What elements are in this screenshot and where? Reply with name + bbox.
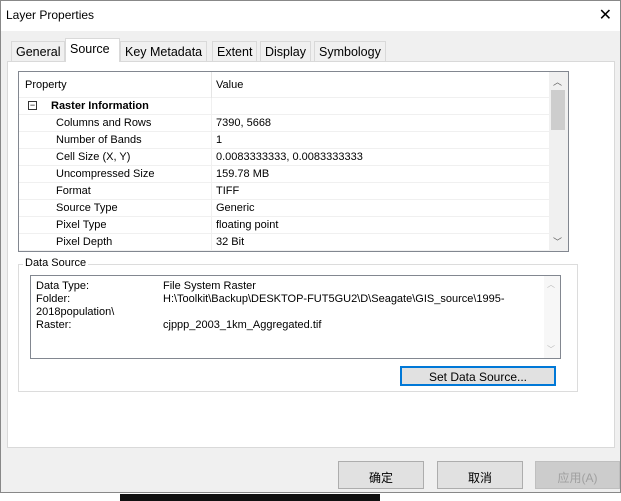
apply-button[interactable]: 应用(A) (535, 461, 620, 489)
dialog-title: Layer Properties (6, 8, 95, 22)
scroll-down-icon[interactable]: ﹀ (553, 235, 562, 248)
property-row[interactable]: Pixel Type floating point (19, 217, 549, 234)
grid-header: Property Value (19, 72, 549, 98)
property-row[interactable]: Pixel Depth 32 Bit (19, 234, 549, 251)
folder-label: Folder: (36, 293, 71, 305)
property-row[interactable]: Number of Bands 1 (19, 132, 549, 149)
grid-scrollbar[interactable]: ︿ ﹀ (549, 72, 568, 251)
property-value: TIFF (216, 185, 240, 197)
set-data-source-button[interactable]: Set Data Source... (400, 366, 556, 386)
property-name: Pixel Type (56, 219, 107, 231)
property-value: 0.0083333333, 0.0083333333 (216, 151, 363, 163)
tab-extent[interactable]: Extent (212, 41, 258, 62)
property-name: Number of Bands (56, 134, 142, 146)
header-property[interactable]: Property (25, 79, 67, 91)
property-name: Pixel Depth (56, 236, 113, 248)
ok-button[interactable]: 确定 (338, 461, 424, 489)
data-type-label: Data Type: (36, 280, 89, 292)
cancel-button[interactable]: 取消 (437, 461, 523, 489)
property-grid[interactable]: Property Value − Raster Information Colu… (18, 71, 569, 252)
property-name: Uncompressed Size (56, 168, 155, 180)
tab-general[interactable]: General (11, 41, 66, 62)
tab-symbology[interactable]: Symbology (314, 41, 386, 62)
background-strip (120, 494, 380, 501)
property-row[interactable]: Columns and Rows 7390, 5668 (19, 115, 549, 132)
property-name: Cell Size (X, Y) (56, 151, 131, 163)
property-value: 1 (216, 134, 223, 146)
header-value[interactable]: Value (216, 79, 243, 91)
data-source-label: Data Source (23, 257, 89, 269)
property-value: Generic (216, 202, 255, 214)
property-row[interactable]: Source Type Generic (19, 200, 549, 217)
raster-label: Raster: (36, 319, 72, 331)
textbox-scrollbar[interactable]: ︿ ﹀ (544, 276, 560, 358)
section-row[interactable]: − Raster Information (19, 98, 549, 115)
property-name: Source Type (56, 202, 118, 214)
section-title: Raster Information (51, 100, 149, 112)
property-row[interactable]: Uncompressed Size 159.78 MB (19, 166, 549, 183)
property-row[interactable]: Cell Size (X, Y) 0.0083333333, 0.00833333… (19, 149, 549, 166)
property-name: Format (56, 185, 91, 197)
scroll-down-icon[interactable]: ﹀ (547, 344, 555, 355)
tab-key-metadata[interactable]: Key Metadata (120, 41, 208, 62)
property-name: Columns and Rows (56, 117, 152, 129)
property-value: 7390, 5668 (216, 117, 272, 129)
folder-value: H:\Toolkit\Backup\DESKTOP-FUT5GU2\D\Seag… (163, 293, 505, 305)
close-icon[interactable]: ✕ (599, 5, 612, 25)
layer-properties-dialog: Layer Properties ✕ General Source Key Me… (0, 0, 621, 493)
scroll-up-icon[interactable]: ︿ (547, 279, 555, 290)
title-bar: Layer Properties ✕ (1, 1, 620, 31)
data-source-textbox[interactable]: Data Type: File System Raster Folder: H:… (30, 275, 561, 359)
property-value: 32 Bit (216, 236, 245, 248)
scroll-up-icon[interactable]: ︿ (553, 75, 562, 88)
folder-value-cont: 2018population\ (36, 306, 115, 318)
collapse-icon[interactable]: − (28, 101, 37, 110)
data-type-value: File System Raster (163, 280, 256, 292)
tab-source[interactable]: Source (65, 38, 120, 62)
property-value: floating point (216, 219, 279, 231)
tab-display[interactable]: Display (260, 41, 311, 62)
property-value: 159.78 MB (216, 168, 270, 180)
property-row[interactable]: Format TIFF (19, 183, 549, 200)
scroll-thumb[interactable] (551, 90, 565, 130)
raster-value: cjppp_2003_1km_Aggregated.tif (163, 319, 322, 331)
